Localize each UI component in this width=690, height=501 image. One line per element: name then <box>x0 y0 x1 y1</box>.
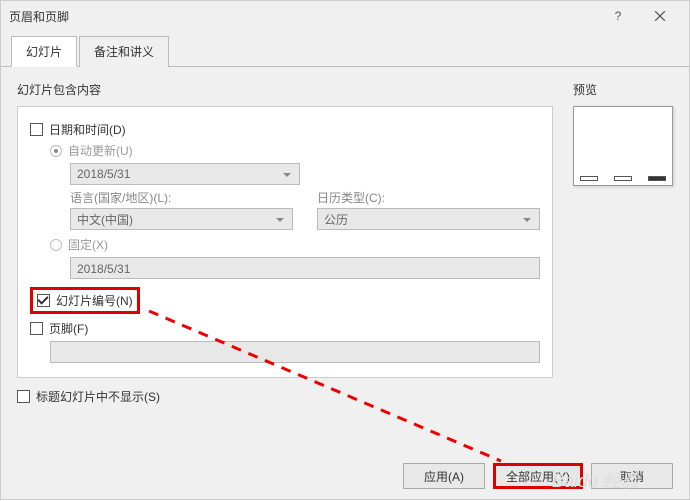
includes-label: 幻灯片包含内容 <box>17 81 553 98</box>
footer-checkbox[interactable] <box>30 322 43 335</box>
fixed-value: 2018/5/31 <box>77 262 130 276</box>
fixed-radio[interactable] <box>50 239 62 251</box>
slide-number-label: 幻灯片编号(N) <box>56 292 133 309</box>
options-column: 幻灯片包含内容 日期和时间(D) 自动更新(U) 2018/5/31 <box>17 81 553 409</box>
slide-number-highlight: 幻灯片编号(N) <box>30 287 140 314</box>
fixed-row: 固定(X) <box>50 236 540 253</box>
tab-slide[interactable]: 幻灯片 <box>11 36 77 67</box>
slide-number-checkbox[interactable] <box>37 294 50 307</box>
options-group: 日期和时间(D) 自动更新(U) 2018/5/31 语言(国家/地区)(L): <box>17 106 553 378</box>
titlebar: 页眉和页脚 ? <box>1 1 689 31</box>
calendar-label: 日历类型(C): <box>317 189 540 206</box>
auto-date-select[interactable]: 2018/5/31 <box>70 163 300 185</box>
preview-mark-2 <box>614 176 632 181</box>
language-value: 中文(中国) <box>77 211 133 228</box>
preview-column: 预览 <box>573 81 673 409</box>
datetime-checkbox[interactable] <box>30 123 43 136</box>
calendar-value: 公历 <box>324 211 348 228</box>
fixed-label: 固定(X) <box>68 236 108 253</box>
datetime-row: 日期和时间(D) <box>30 121 540 138</box>
auto-update-radio[interactable] <box>50 145 62 157</box>
preview-mark-3 <box>648 176 666 181</box>
datetime-label: 日期和时间(D) <box>49 121 126 138</box>
dialog-title: 页眉和页脚 <box>9 8 597 25</box>
language-label: 语言(国家/地区)(L): <box>70 189 293 206</box>
preview-marks <box>580 176 666 181</box>
footer-input[interactable] <box>50 341 540 363</box>
content-area: 幻灯片包含内容 日期和时间(D) 自动更新(U) 2018/5/31 <box>1 67 689 423</box>
preview-label: 预览 <box>573 81 673 98</box>
hide-title-checkbox[interactable] <box>17 390 30 403</box>
tab-notes[interactable]: 备注和讲义 <box>79 36 169 67</box>
auto-update-row: 自动更新(U) <box>50 142 540 159</box>
apply-button[interactable]: 应用(A) <box>403 463 485 489</box>
close-icon <box>655 11 665 21</box>
hide-title-label: 标题幻灯片中不显示(S) <box>36 388 160 405</box>
hide-title-row: 标题幻灯片中不显示(S) <box>17 388 553 405</box>
fixed-input[interactable]: 2018/5/31 <box>70 257 540 279</box>
calendar-select[interactable]: 公历 <box>317 208 540 230</box>
close-button[interactable] <box>639 3 681 29</box>
cancel-button[interactable]: 取消 <box>591 463 673 489</box>
auto-date-value: 2018/5/31 <box>77 167 130 181</box>
header-footer-dialog: 页眉和页脚 ? 幻灯片 备注和讲义 幻灯片包含内容 日期和时间(D) 自动更新(… <box>0 0 690 500</box>
button-row: 应用(A) 全部应用(Y) 取消 <box>403 463 673 489</box>
tab-strip: 幻灯片 备注和讲义 <box>1 35 689 67</box>
preview-box <box>573 106 673 186</box>
footer-label: 页脚(F) <box>49 320 88 337</box>
apply-all-button[interactable]: 全部应用(Y) <box>493 463 583 489</box>
help-button[interactable]: ? <box>597 3 639 29</box>
preview-mark-1 <box>580 176 598 181</box>
auto-update-label: 自动更新(U) <box>68 142 133 159</box>
language-select[interactable]: 中文(中国) <box>70 208 293 230</box>
footer-row: 页脚(F) <box>30 320 540 337</box>
